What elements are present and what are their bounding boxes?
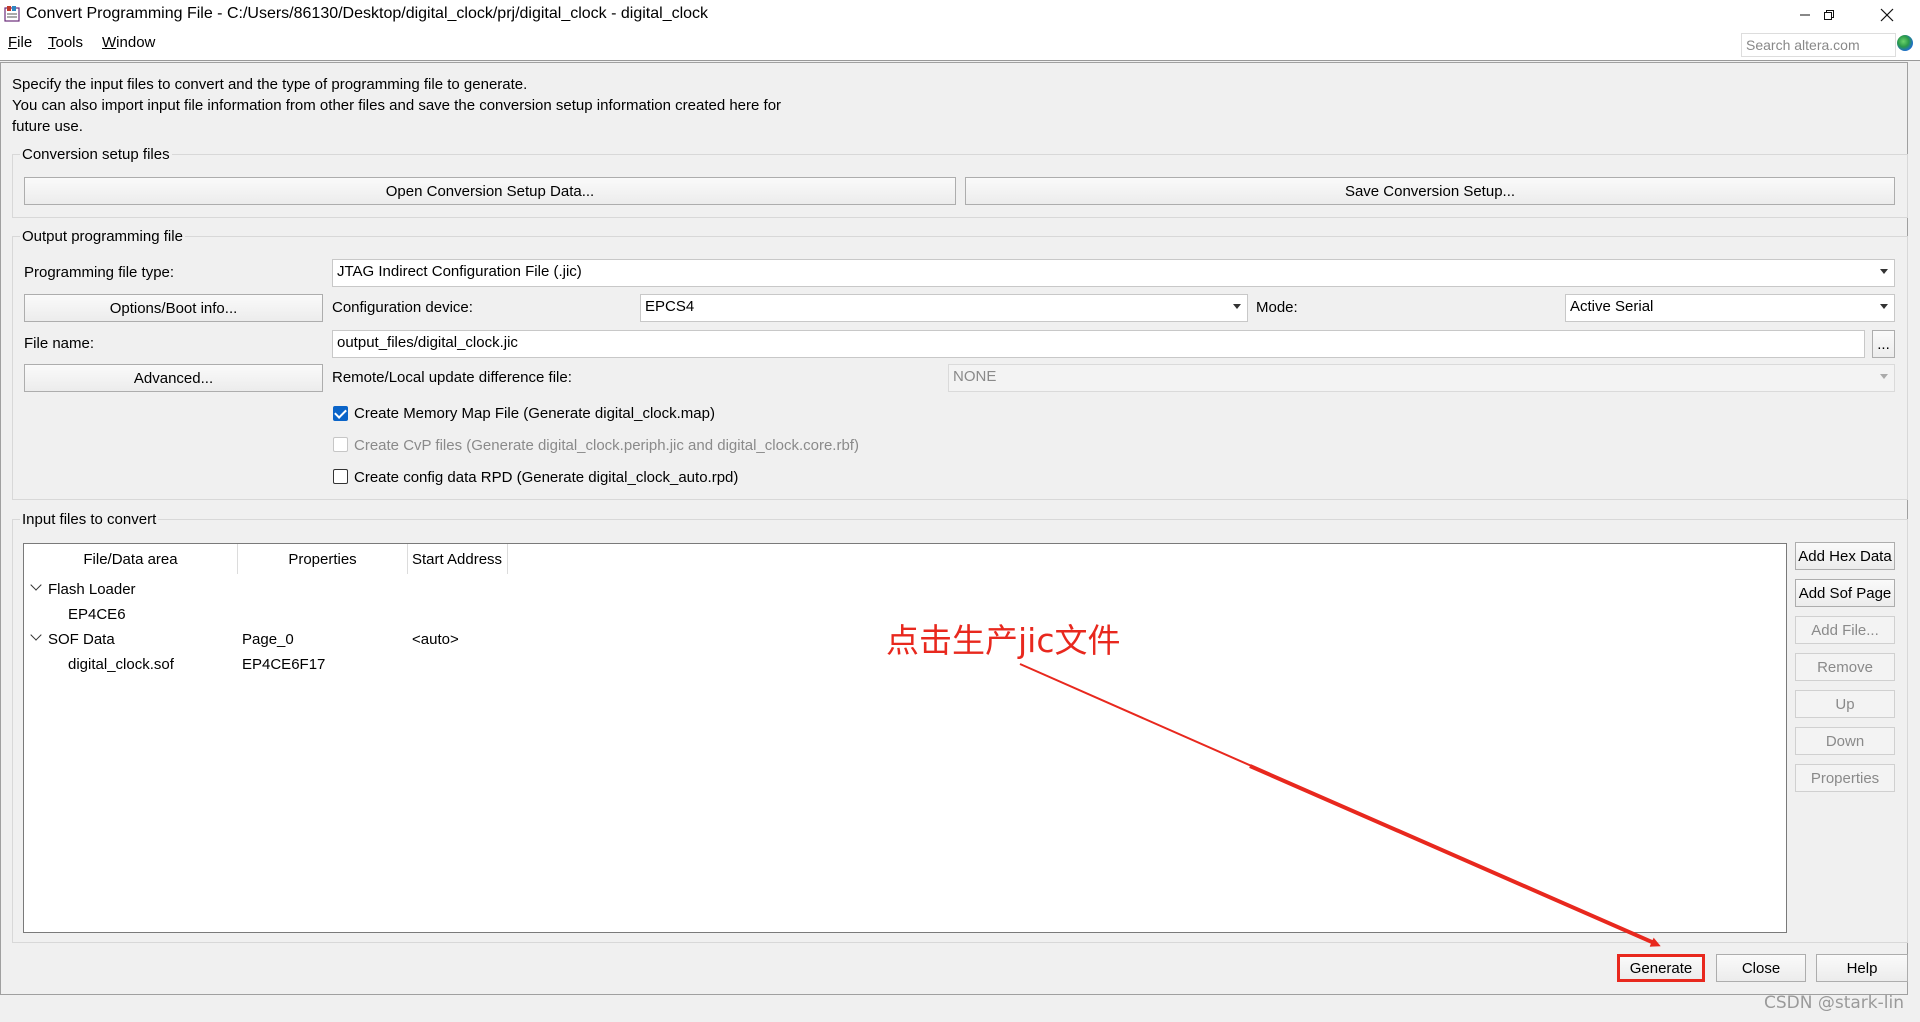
watermark: CSDN @stark-lin <box>1763 993 1904 1013</box>
annotation-arrow <box>1019 663 1661 947</box>
